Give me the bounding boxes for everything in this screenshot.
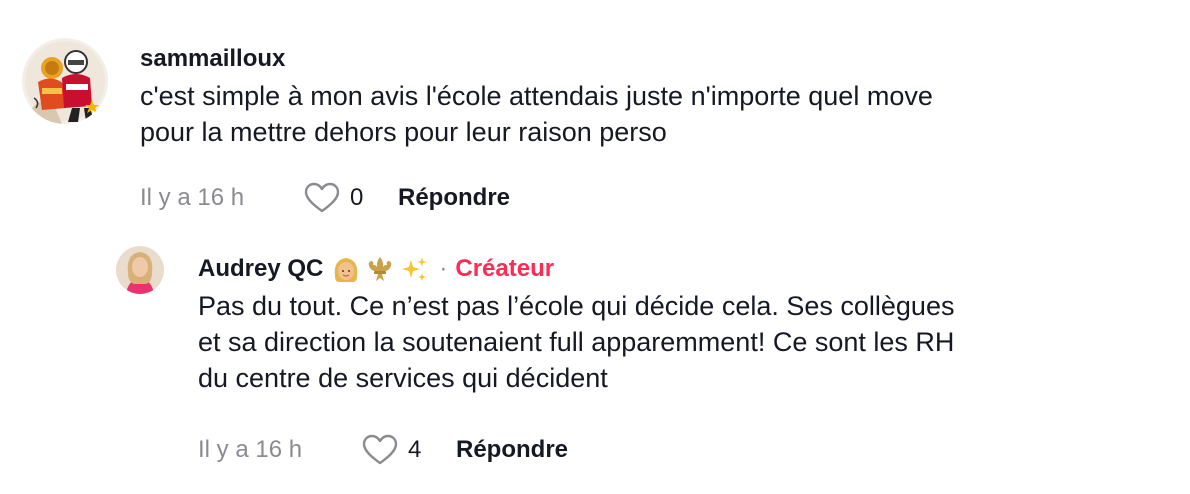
separator: · — [439, 255, 448, 282]
comment-actions: Il y a 16 h 0 Répondre — [140, 178, 510, 218]
timestamp: Il y a 16 h — [198, 436, 303, 463]
timestamp: Il y a 16 h — [140, 184, 245, 211]
username-emojis — [331, 254, 429, 284]
avatar[interactable] — [22, 38, 108, 124]
heart-icon[interactable] — [304, 182, 340, 214]
username[interactable]: Audrey QC · Créateur — [198, 254, 1158, 284]
creator-badge: Créateur — [455, 255, 555, 282]
comment-text: Pas du tout. Ce n’est pas l’école qui dé… — [198, 291, 955, 393]
comment-text: c'est simple à mon avis l'école attendai… — [140, 81, 933, 147]
heart-icon[interactable] — [362, 434, 398, 466]
like-count: 0 — [350, 184, 364, 211]
comment-body: Audrey QC · Créateur Pas du tout. Ce n’e… — [198, 246, 1158, 396]
hockey-players-avatar — [22, 38, 108, 124]
like-button[interactable]: 4 — [362, 434, 456, 466]
comment-body: sammailloux c'est simple à mon avis l'éc… — [140, 38, 1160, 150]
username-text[interactable]: Audrey QC — [198, 254, 323, 284]
reply-button[interactable]: Répondre — [456, 436, 568, 464]
sparkles-emoji — [402, 257, 428, 281]
username[interactable]: sammailloux — [140, 44, 1160, 74]
reply-button[interactable]: Répondre — [398, 184, 510, 212]
comment-actions: Il y a 16 h 4 Répondre — [198, 430, 568, 470]
blonde-woman-emoji — [335, 258, 358, 282]
like-button[interactable]: 0 — [304, 182, 398, 214]
username-text[interactable]: sammailloux — [140, 44, 285, 74]
woman-portrait-avatar — [116, 246, 164, 294]
avatar[interactable] — [116, 246, 164, 294]
fleur-de-lis-emoji — [369, 257, 392, 281]
like-count: 4 — [408, 436, 422, 463]
